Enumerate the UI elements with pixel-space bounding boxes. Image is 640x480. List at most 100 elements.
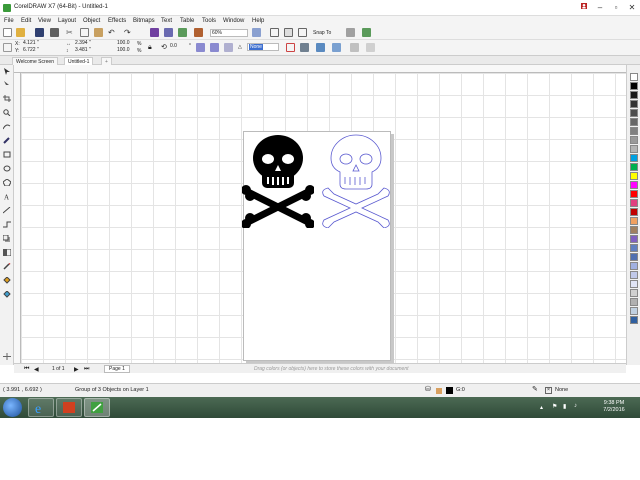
last-page-icon[interactable]: ⏭ [84,366,89,373]
color-swatch[interactable] [630,127,638,135]
mirror-horizontal-icon[interactable] [196,43,205,52]
to-front-icon[interactable] [224,43,233,52]
full-screen-icon[interactable] [252,28,261,37]
no-fill-icon[interactable] [286,43,295,52]
object-origin-icon[interactable] [3,43,12,52]
import-icon[interactable] [164,28,173,37]
color-swatch[interactable] [630,163,638,171]
menu-window[interactable]: Window [223,18,244,24]
color-swatch[interactable] [630,217,638,225]
color-swatch[interactable] [630,244,638,252]
combine-icon[interactable] [350,43,359,52]
vertical-ruler[interactable] [14,73,21,363]
page-1-tab[interactable]: Page 1 [104,365,130,373]
menu-bitmaps[interactable]: Bitmaps [133,18,155,24]
menu-tools[interactable]: Tools [202,18,216,24]
color-swatch[interactable] [630,154,638,162]
color-swatch[interactable] [630,316,638,324]
color-swatch[interactable] [630,109,638,117]
copy-icon[interactable] [80,28,89,37]
shape-tool-icon[interactable] [3,81,11,88]
color-swatch[interactable] [630,298,638,306]
color-swatch[interactable] [630,235,638,243]
maximize-icon[interactable]: ▫ [610,2,622,13]
show-rulers-icon[interactable] [270,28,279,37]
next-page-icon[interactable]: ▶ [74,366,79,373]
artistic-media-tool-icon[interactable] [3,137,11,144]
color-swatch[interactable] [630,190,638,198]
menu-text[interactable]: Text [161,18,172,24]
menu-file[interactable]: File [4,18,14,24]
group-icon[interactable] [316,43,325,52]
zoom-level-select[interactable]: 60% [210,29,248,37]
color-swatch[interactable] [630,91,638,99]
paste-icon[interactable] [94,28,103,37]
crop-tool-icon[interactable] [3,95,11,102]
menu-layout[interactable]: Layout [58,18,76,24]
snap-to-dropdown[interactable]: Snap To [313,30,331,36]
menu-help[interactable]: Help [252,18,264,24]
rectangle-tool-icon[interactable] [3,151,11,158]
scale-height-field[interactable]: 100.0 [116,47,134,55]
minimize-icon[interactable]: – [594,2,606,13]
undo-icon[interactable]: ↶ [108,28,117,37]
height-field[interactable]: 3.481 " [74,47,110,55]
zoom-tool-icon[interactable] [3,109,11,117]
show-guidelines-icon[interactable] [298,28,307,37]
color-swatch[interactable] [630,253,638,261]
show-hidden-icons[interactable]: ▴ [540,404,543,411]
new-document-icon[interactable] [3,28,12,37]
action-center-icon[interactable]: ⚑ [552,403,557,410]
internet-explorer-icon[interactable]: e [28,398,54,417]
print-icon[interactable] [50,28,59,37]
smart-fill-tool-icon[interactable] [3,290,11,298]
cut-icon[interactable]: ✂ [66,28,75,37]
color-swatch[interactable] [630,262,638,270]
add-tab-button[interactable]: + [101,57,112,65]
document-page[interactable] [242,131,391,361]
color-swatch[interactable] [630,145,638,153]
color-swatch[interactable] [630,100,638,108]
freehand-tool-icon[interactable] [2,123,11,130]
menu-edit[interactable]: Edit [21,18,31,24]
menu-view[interactable]: View [38,18,51,24]
color-swatch[interactable] [630,172,638,180]
fill-color-swatch[interactable] [446,387,453,394]
account-icon[interactable] [578,2,590,13]
publish-pdf-icon[interactable] [194,28,203,37]
network-icon[interactable]: ▮ [563,403,566,410]
export-icon[interactable] [178,28,187,37]
ungroup-icon[interactable] [332,43,341,52]
coreldraw-taskbar-icon[interactable] [84,398,110,417]
menu-object[interactable]: Object [83,18,100,24]
tab-welcome-screen[interactable]: Welcome Screen [12,57,58,65]
system-clock[interactable]: 9:38 PM 7/2/2016 [590,400,638,414]
tab-untitled-1[interactable]: Untitled-1 [64,57,94,65]
ellipse-tool-icon[interactable] [3,165,11,172]
horizontal-ruler[interactable] [14,65,626,73]
drop-shadow-tool-icon[interactable] [2,234,11,242]
powerpoint-icon[interactable] [56,398,82,417]
rotation-angle-field[interactable]: 0.0 [169,43,189,51]
application-launcher-icon[interactable] [362,28,371,37]
search-content-icon[interactable] [150,28,159,37]
y-position-field[interactable]: 6.722 " [22,47,60,55]
menu-table[interactable]: Table [180,18,194,24]
show-grid-icon[interactable] [284,28,293,37]
connector-tool-icon[interactable] [3,221,11,228]
mirror-vertical-icon[interactable] [210,43,219,52]
color-swatch[interactable] [630,307,638,315]
transparency-tool-icon[interactable] [2,248,12,257]
color-swatch[interactable] [630,199,638,207]
open-icon[interactable] [16,28,25,37]
color-swatch[interactable] [630,118,638,126]
color-swatch[interactable] [630,208,638,216]
menu-effects[interactable]: Effects [108,18,126,24]
interactive-fill-tool-icon[interactable] [3,276,11,284]
skull-crossbones-filled[interactable] [242,132,314,228]
drawing-canvas[interactable] [21,73,626,363]
previous-page-icon[interactable]: ◀ [34,366,39,373]
outline-width-select[interactable]: None [247,43,279,51]
color-swatch[interactable] [630,271,638,279]
options-icon[interactable] [346,28,355,37]
